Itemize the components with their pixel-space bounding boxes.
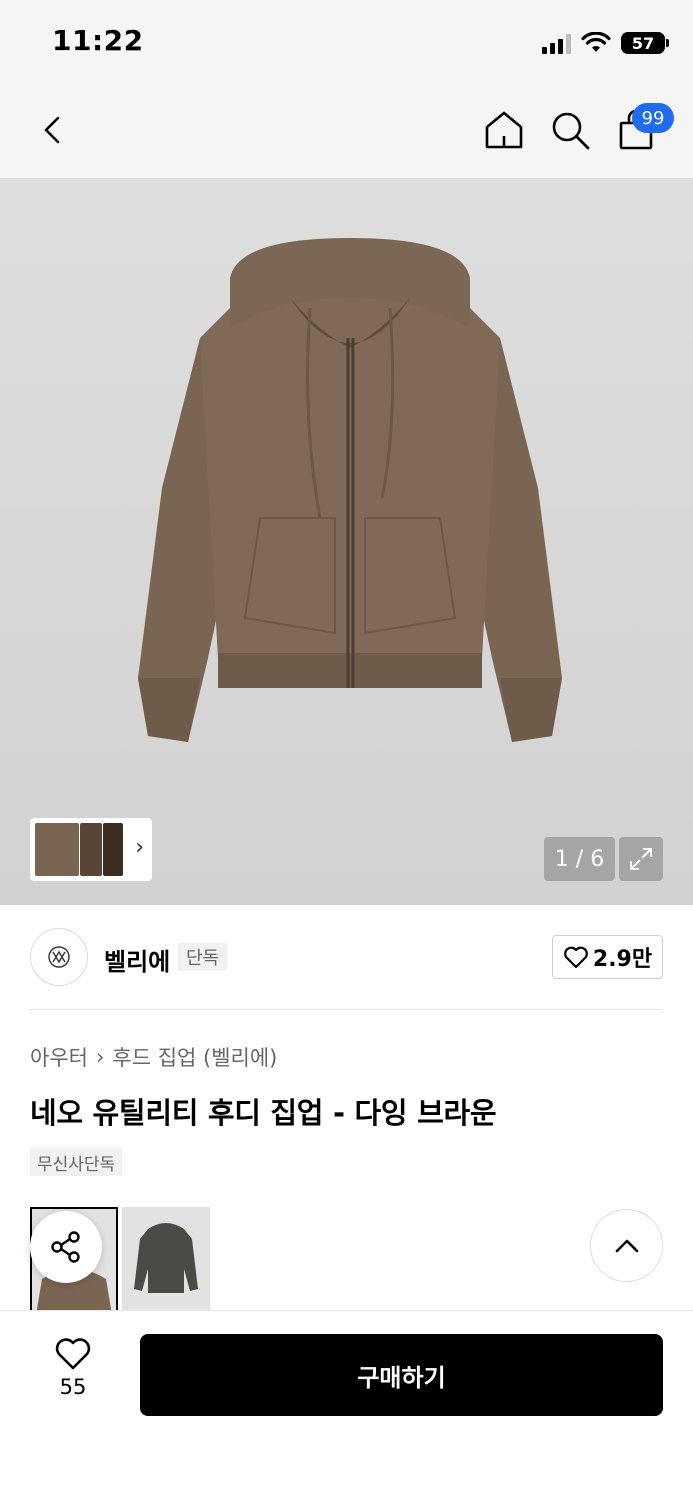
color-option-charcoal[interactable] <box>122 1207 210 1317</box>
brand-logo[interactable] <box>30 928 88 986</box>
chevron-right-icon: › <box>95 1045 105 1069</box>
share-icon <box>51 1231 80 1263</box>
wifi-icon <box>581 32 611 52</box>
status-bar: 11:22 57 <box>0 0 693 86</box>
expand-button[interactable] <box>619 837 663 881</box>
bottom-action-bar: 55 구매하기 <box>0 1310 693 1500</box>
scroll-top-button[interactable] <box>590 1209 663 1282</box>
wishlist-button[interactable]: 55 <box>42 1337 104 1409</box>
product-image <box>138 238 562 742</box>
thumbnail-image <box>35 823 79 876</box>
brand-exclusive-tag: 단독 <box>178 943 228 971</box>
battery-icon: 57 <box>621 32 669 54</box>
brand-like-button[interactable]: 2.9만 <box>552 935 663 979</box>
exclusive-tag: 무신사단독 <box>30 1148 123 1176</box>
color-option-image <box>134 1223 198 1293</box>
share-button[interactable] <box>30 1211 102 1283</box>
wishlist-count: 55 <box>59 1375 87 1399</box>
brand-row: 벨리에 단독 2.9만 <box>30 926 663 988</box>
heart-icon <box>55 1338 91 1370</box>
nav-bar <box>0 86 693 178</box>
product-image-gallery[interactable]: › 1 / 6 <box>0 178 693 905</box>
brand-like-count: 2.9만 <box>592 947 653 972</box>
signal-icon <box>542 32 571 54</box>
divider <box>30 1009 663 1010</box>
breadcrumb-category[interactable]: 아우터 <box>30 1042 88 1072</box>
image-page-counter: 1 / 6 <box>544 837 615 881</box>
product-title: 네오 유틸리티 후디 집업 - 다잉 브라운 <box>30 1096 497 1130</box>
battery-level: 57 <box>631 33 655 53</box>
search-icon[interactable] <box>548 108 592 152</box>
chevron-up-icon <box>615 1239 638 1252</box>
breadcrumb: 아우터 › 후드 집업 (벨리에) <box>30 1042 277 1072</box>
back-icon[interactable] <box>32 108 76 152</box>
home-icon[interactable] <box>482 108 526 152</box>
expand-icon <box>630 848 652 870</box>
chevron-right-icon: › <box>135 835 144 860</box>
brand-name[interactable]: 벨리에 <box>104 942 170 977</box>
thumbnail-image <box>103 823 123 876</box>
heart-icon <box>564 946 588 969</box>
cart-badge: 99 <box>632 103 674 133</box>
status-time: 11:22 <box>52 24 144 57</box>
breadcrumb-subcategory[interactable]: 후드 집업 (벨리에) <box>112 1042 277 1072</box>
thumbnail-image <box>80 823 102 876</box>
buy-button[interactable]: 구매하기 <box>140 1334 663 1416</box>
status-icons: 57 <box>542 28 669 58</box>
thumbnail-strip[interactable]: › <box>30 818 152 881</box>
brand-logo-mark <box>48 946 70 968</box>
